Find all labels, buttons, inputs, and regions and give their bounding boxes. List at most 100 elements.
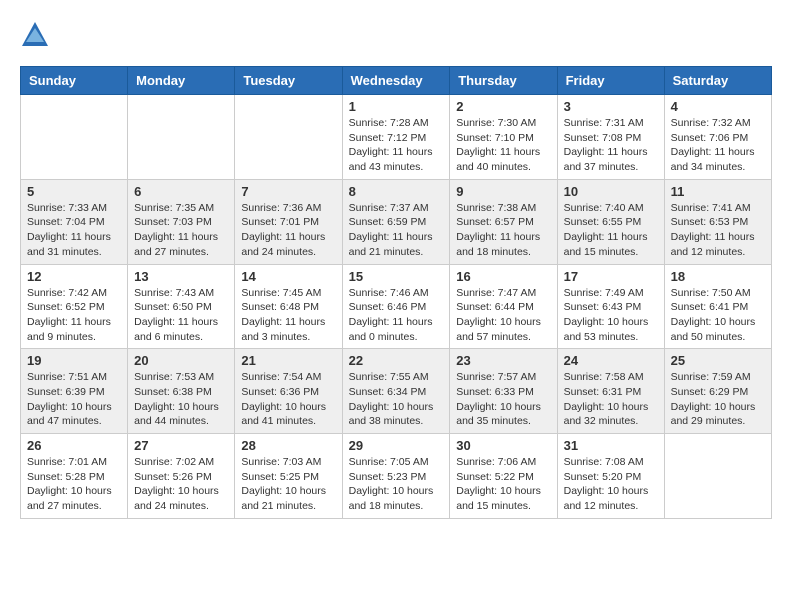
calendar-cell: 27 Sunrise: 7:02 AM Sunset: 5:26 PM Dayli… [128, 434, 235, 519]
header-sunday: Sunday [21, 67, 128, 95]
day-number: 18 [671, 269, 765, 284]
day-info: Sunrise: 7:51 AM Sunset: 6:39 PM Dayligh… [27, 370, 121, 429]
calendar-cell: 4 Sunrise: 7:32 AM Sunset: 7:06 PM Daylig… [664, 95, 771, 180]
day-number: 20 [134, 353, 228, 368]
header-friday: Friday [557, 67, 664, 95]
day-number: 5 [27, 184, 121, 199]
calendar-cell: 8 Sunrise: 7:37 AM Sunset: 6:59 PM Daylig… [342, 179, 450, 264]
calendar-cell: 31 Sunrise: 7:08 AM Sunset: 5:20 PM Dayli… [557, 434, 664, 519]
calendar-cell: 23Sunrise: 7:57 AM Sunset: 6:33 PM Dayli… [450, 349, 557, 434]
calendar-cell: 20 Sunrise: 7:53 AM Sunset: 6:38 PM Dayli… [128, 349, 235, 434]
day-info: Sunrise: 7:57 AM Sunset: 6:33 PM Dayligh… [456, 370, 550, 429]
calendar-cell: 1 Sunrise: 7:28 AM Sunset: 7:12 PM Daylig… [342, 95, 450, 180]
day-number: 3 [564, 99, 658, 114]
day-number: 27 [134, 438, 228, 453]
day-info: Sunrise: 7:06 AM Sunset: 5:22 PM Dayligh… [456, 455, 550, 514]
header-tuesday: Tuesday [235, 67, 342, 95]
day-number: 13 [134, 269, 228, 284]
day-info: Sunrise: 7:33 AM Sunset: 7:04 PM Dayligh… [27, 201, 121, 260]
calendar-cell: 14 Sunrise: 7:45 AM Sunset: 6:48 PM Dayli… [235, 264, 342, 349]
day-number: 31 [564, 438, 658, 453]
day-number: 10 [564, 184, 658, 199]
calendar-cell: 12 Sunrise: 7:42 AM Sunset: 6:52 PM Dayli… [21, 264, 128, 349]
day-number: 29 [349, 438, 444, 453]
day-info: Sunrise: 7:31 AM Sunset: 7:08 PM Dayligh… [564, 116, 658, 175]
day-info: Sunrise: 7:40 AM Sunset: 6:55 PM Dayligh… [564, 201, 658, 260]
day-number: 9 [456, 184, 550, 199]
calendar-cell: 26 Sunrise: 7:01 AM Sunset: 5:28 PM Dayli… [21, 434, 128, 519]
calendar-cell: 30 Sunrise: 7:06 AM Sunset: 5:22 PM Dayli… [450, 434, 557, 519]
calendar-cell [21, 95, 128, 180]
day-number: 25 [671, 353, 765, 368]
logo-icon [20, 20, 50, 50]
page-header [20, 20, 772, 50]
day-info: Sunrise: 7:01 AM Sunset: 5:28 PM Dayligh… [27, 455, 121, 514]
day-info: Sunrise: 7:45 AM Sunset: 6:48 PM Dayligh… [241, 286, 335, 345]
day-number: 16 [456, 269, 550, 284]
day-info: Sunrise: 7:02 AM Sunset: 5:26 PM Dayligh… [134, 455, 228, 514]
calendar-table: SundayMondayTuesdayWednesdayThursdayFrid… [20, 66, 772, 519]
day-info: Sunrise: 7:54 AM Sunset: 6:36 PM Dayligh… [241, 370, 335, 429]
day-info: Sunrise: 7:32 AM Sunset: 7:06 PM Dayligh… [671, 116, 765, 175]
calendar-cell: 15 Sunrise: 7:46 AM Sunset: 6:46 PM Dayli… [342, 264, 450, 349]
calendar-cell: 17 Sunrise: 7:49 AM Sunset: 6:43 PM Dayli… [557, 264, 664, 349]
day-number: 30 [456, 438, 550, 453]
calendar-cell: 3 Sunrise: 7:31 AM Sunset: 7:08 PM Daylig… [557, 95, 664, 180]
day-info: Sunrise: 7:37 AM Sunset: 6:59 PM Dayligh… [349, 201, 444, 260]
day-number: 17 [564, 269, 658, 284]
calendar-cell: 11Sunrise: 7:41 AM Sunset: 6:53 PM Dayli… [664, 179, 771, 264]
calendar-week-row: 12 Sunrise: 7:42 AM Sunset: 6:52 PM Dayli… [21, 264, 772, 349]
day-number: 11 [671, 184, 765, 199]
logo [20, 20, 54, 50]
day-info: Sunrise: 7:42 AM Sunset: 6:52 PM Dayligh… [27, 286, 121, 345]
day-info: Sunrise: 7:58 AM Sunset: 6:31 PM Dayligh… [564, 370, 658, 429]
day-number: 4 [671, 99, 765, 114]
header-wednesday: Wednesday [342, 67, 450, 95]
day-number: 26 [27, 438, 121, 453]
calendar-cell: 18Sunrise: 7:50 AM Sunset: 6:41 PM Dayli… [664, 264, 771, 349]
calendar-cell: 19 Sunrise: 7:51 AM Sunset: 6:39 PM Dayli… [21, 349, 128, 434]
calendar-cell [128, 95, 235, 180]
day-number: 22 [349, 353, 444, 368]
day-info: Sunrise: 7:05 AM Sunset: 5:23 PM Dayligh… [349, 455, 444, 514]
day-number: 14 [241, 269, 335, 284]
day-info: Sunrise: 7:47 AM Sunset: 6:44 PM Dayligh… [456, 286, 550, 345]
calendar-cell: 7 Sunrise: 7:36 AM Sunset: 7:01 PM Daylig… [235, 179, 342, 264]
day-number: 12 [27, 269, 121, 284]
calendar-week-row: 26 Sunrise: 7:01 AM Sunset: 5:28 PM Dayli… [21, 434, 772, 519]
day-number: 7 [241, 184, 335, 199]
calendar-cell: 16 Sunrise: 7:47 AM Sunset: 6:44 PM Dayli… [450, 264, 557, 349]
calendar-cell: 25Sunrise: 7:59 AM Sunset: 6:29 PM Dayli… [664, 349, 771, 434]
day-info: Sunrise: 7:36 AM Sunset: 7:01 PM Dayligh… [241, 201, 335, 260]
day-info: Sunrise: 7:49 AM Sunset: 6:43 PM Dayligh… [564, 286, 658, 345]
day-number: 6 [134, 184, 228, 199]
day-number: 19 [27, 353, 121, 368]
calendar-cell: 6 Sunrise: 7:35 AM Sunset: 7:03 PM Daylig… [128, 179, 235, 264]
day-info: Sunrise: 7:35 AM Sunset: 7:03 PM Dayligh… [134, 201, 228, 260]
calendar-cell: 28Sunrise: 7:03 AM Sunset: 5:25 PM Dayli… [235, 434, 342, 519]
calendar-week-row: 5 Sunrise: 7:33 AM Sunset: 7:04 PM Daylig… [21, 179, 772, 264]
day-number: 8 [349, 184, 444, 199]
day-info: Sunrise: 7:43 AM Sunset: 6:50 PM Dayligh… [134, 286, 228, 345]
day-info: Sunrise: 7:46 AM Sunset: 6:46 PM Dayligh… [349, 286, 444, 345]
day-info: Sunrise: 7:55 AM Sunset: 6:34 PM Dayligh… [349, 370, 444, 429]
calendar-cell: 10 Sunrise: 7:40 AM Sunset: 6:55 PM Dayli… [557, 179, 664, 264]
day-number: 24 [564, 353, 658, 368]
calendar-cell [235, 95, 342, 180]
day-info: Sunrise: 7:08 AM Sunset: 5:20 PM Dayligh… [564, 455, 658, 514]
calendar-cell: 24 Sunrise: 7:58 AM Sunset: 6:31 PM Dayli… [557, 349, 664, 434]
day-number: 21 [241, 353, 335, 368]
day-info: Sunrise: 7:30 AM Sunset: 7:10 PM Dayligh… [456, 116, 550, 175]
header-thursday: Thursday [450, 67, 557, 95]
calendar-cell: 22 Sunrise: 7:55 AM Sunset: 6:34 PM Dayli… [342, 349, 450, 434]
calendar-cell [664, 434, 771, 519]
day-number: 2 [456, 99, 550, 114]
day-info: Sunrise: 7:03 AM Sunset: 5:25 PM Dayligh… [241, 455, 335, 514]
calendar-cell: 5 Sunrise: 7:33 AM Sunset: 7:04 PM Daylig… [21, 179, 128, 264]
day-number: 15 [349, 269, 444, 284]
calendar-week-row: 19 Sunrise: 7:51 AM Sunset: 6:39 PM Dayli… [21, 349, 772, 434]
day-info: Sunrise: 7:53 AM Sunset: 6:38 PM Dayligh… [134, 370, 228, 429]
calendar-cell: 21 Sunrise: 7:54 AM Sunset: 6:36 PM Dayli… [235, 349, 342, 434]
day-info: Sunrise: 7:28 AM Sunset: 7:12 PM Dayligh… [349, 116, 444, 175]
day-number: 1 [349, 99, 444, 114]
